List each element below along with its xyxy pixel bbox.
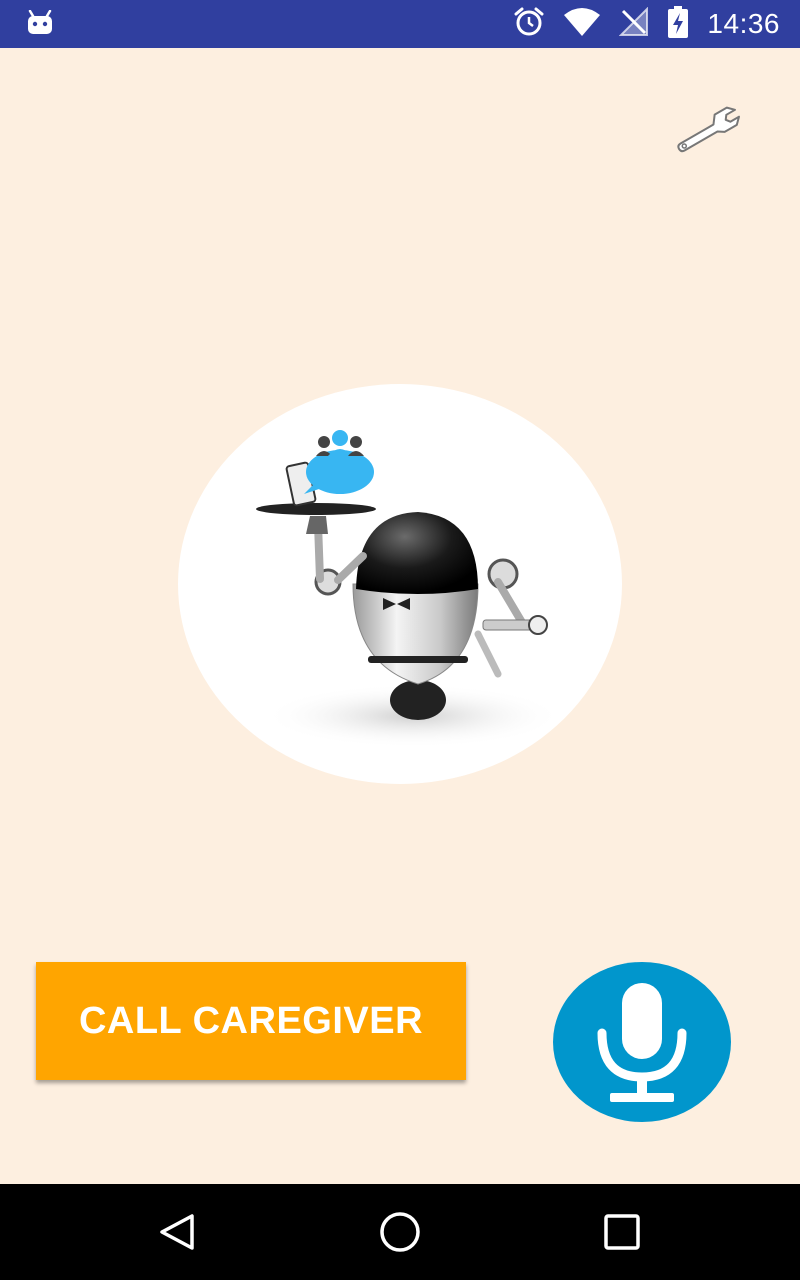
no-signal-icon xyxy=(619,6,649,42)
wifi-icon xyxy=(563,7,601,42)
settings-button[interactable] xyxy=(672,100,752,160)
back-button[interactable] xyxy=(154,1208,202,1256)
android-notification-icon xyxy=(26,9,54,41)
status-clock: 14:36 xyxy=(707,8,780,39)
home-button[interactable] xyxy=(376,1208,424,1256)
battery-charging-icon xyxy=(667,5,689,43)
recents-icon xyxy=(604,1214,640,1250)
main-screen: CALL CAREGIVER xyxy=(0,48,800,1184)
back-icon xyxy=(160,1214,194,1250)
recents-button[interactable] xyxy=(598,1208,646,1256)
status-bar: 14:36 xyxy=(0,0,800,48)
robot-avatar xyxy=(178,384,622,784)
microphone-icon xyxy=(597,983,687,1102)
wrench-icon xyxy=(677,106,740,153)
call-caregiver-button[interactable]: CALL CAREGIVER xyxy=(36,962,466,1080)
voice-input-button[interactable] xyxy=(553,962,731,1122)
alarm-icon xyxy=(513,6,545,43)
robot-waiter-image xyxy=(256,430,563,748)
home-icon xyxy=(380,1212,420,1252)
call-caregiver-label: CALL CAREGIVER xyxy=(78,999,424,1042)
navigation-bar xyxy=(0,1184,800,1280)
